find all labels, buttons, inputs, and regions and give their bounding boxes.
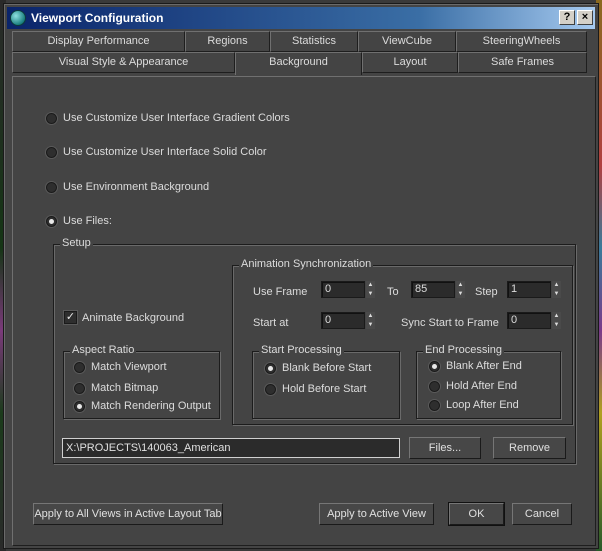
background-tab-panel: Use Customize User Interface Gradient Co… [12,76,596,546]
option-label: Loop After End [446,399,519,411]
spinner-down-icon[interactable]: ▼ [366,289,375,298]
option-label: Match Bitmap [91,382,159,394]
option-label: Use Environment Background [63,181,210,193]
step-label: Step [475,286,498,298]
checkbox-check-icon[interactable]: ✓ [64,311,77,324]
to-spinner[interactable]: 85 ▲ ▼ [411,281,465,298]
remove-button[interactable]: Remove [493,437,566,459]
option-solid-color[interactable]: Use Customize User Interface Solid Color [46,146,267,158]
cancel-button[interactable]: Cancel [512,503,572,525]
option-label: Hold Before Start [282,383,367,395]
tab-background[interactable]: Background [235,52,362,75]
spinner-up-icon[interactable]: ▲ [552,312,561,321]
option-label: Use Customize User Interface Gradient Co… [63,112,290,124]
option-blank-before-start[interactable]: Blank Before Start [265,362,371,374]
option-label: Blank Before Start [282,362,372,374]
option-environment-background[interactable]: Use Environment Background [46,181,209,193]
use-frame-input[interactable]: 0 [321,281,365,298]
option-match-viewport[interactable]: Match Viewport [74,361,167,373]
spinner-up-icon[interactable]: ▲ [366,312,375,321]
tab-row-top: Display Performance Regions Statistics V… [12,31,587,52]
tab-layout[interactable]: Layout [362,52,458,73]
radio-button[interactable] [46,215,57,227]
apply-active-view-button[interactable]: Apply to Active View [319,503,434,525]
radio-button[interactable] [265,362,276,374]
tab-regions[interactable]: Regions [185,31,270,52]
ok-button[interactable]: OK [448,502,505,526]
tab-viewcube[interactable]: ViewCube [358,31,456,52]
start-at-label: Start at [253,317,289,329]
start-at-spinner[interactable]: 0 ▲ ▼ [321,312,375,329]
spinner-down-icon[interactable]: ▼ [552,289,561,298]
start-processing-title: Start Processing [259,344,344,356]
tab-safe-frames[interactable]: Safe Frames [458,52,587,73]
animation-sync-title: Animation Synchronization [239,258,374,270]
step-input[interactable]: 1 [507,281,551,298]
option-use-files[interactable]: Use Files: [46,215,112,227]
spinner-up-icon[interactable]: ▲ [552,281,561,290]
use-frame-spinner[interactable]: 0 ▲ ▼ [321,281,375,298]
option-label: Blank After End [446,360,522,372]
aspect-ratio-title: Aspect Ratio [70,344,137,356]
option-match-rendering-output[interactable]: Match Rendering Output [74,400,211,412]
option-loop-after-end[interactable]: Loop After End [429,399,519,411]
radio-button[interactable] [46,146,57,158]
app-logo-icon [10,10,26,26]
option-label: Use Customize User Interface Solid Color [63,146,267,158]
radio-button[interactable] [74,382,85,394]
option-blank-after-end[interactable]: Blank After End [429,360,522,372]
start-processing-group: Start Processing Blank Before Start Hold… [252,344,400,419]
option-label: Match Rendering Output [91,400,211,412]
animate-background-checkbox[interactable]: ✓ Animate Background [64,311,184,324]
option-label: Hold After End [446,380,517,392]
tab-row-bottom: Visual Style & Appearance Background Lay… [12,52,587,75]
to-input[interactable]: 85 [411,281,455,298]
background-file-path-field[interactable]: X:\PROJECTS\140063_American [62,438,400,458]
apply-all-views-button[interactable]: Apply to All Views in Active Layout Tab [33,503,223,525]
sync-start-input[interactable]: 0 [507,312,551,329]
setup-group-title: Setup [60,237,93,249]
tab-statistics[interactable]: Statistics [270,31,358,52]
spinner-down-icon[interactable]: ▼ [552,320,561,329]
radio-button[interactable] [74,361,85,373]
spinner-up-icon[interactable]: ▲ [366,281,375,290]
option-hold-after-end[interactable]: Hold After End [429,380,517,392]
radio-button[interactable] [429,360,440,372]
window-title: Viewport Configuration [31,11,164,25]
aspect-ratio-group: Aspect Ratio Match Viewport Match Bitmap… [63,344,220,419]
setup-group: Setup ✓ Animate Background Aspect Ratio … [53,237,576,464]
option-gradient-colors[interactable]: Use Customize User Interface Gradient Co… [46,112,290,124]
to-label: To [387,286,399,298]
start-at-input[interactable]: 0 [321,312,365,329]
close-button[interactable]: × [577,10,593,25]
spinner-down-icon[interactable]: ▼ [366,320,375,329]
radio-button[interactable] [429,380,440,392]
spinner-up-icon[interactable]: ▲ [456,281,465,290]
spinner-down-icon[interactable]: ▼ [456,289,465,298]
end-processing-group: End Processing Blank After End Hold Afte… [416,344,561,419]
option-label: Match Viewport [91,361,167,373]
sync-start-label: Sync Start to Frame [401,317,499,329]
tab-display-performance[interactable]: Display Performance [12,31,185,52]
option-hold-before-start[interactable]: Hold Before Start [265,383,366,395]
help-button[interactable]: ? [559,10,575,25]
end-processing-title: End Processing [423,344,505,356]
radio-button[interactable] [46,112,57,124]
step-spinner[interactable]: 1 ▲ ▼ [507,281,561,298]
tab-visual-style-appearance[interactable]: Visual Style & Appearance [12,52,235,73]
radio-button[interactable] [265,383,276,395]
radio-button[interactable] [429,399,440,411]
sync-start-spinner[interactable]: 0 ▲ ▼ [507,312,561,329]
files-button[interactable]: Files... [409,437,481,459]
use-frame-label: Use Frame [253,286,308,298]
radio-button[interactable] [46,181,57,193]
option-match-bitmap[interactable]: Match Bitmap [74,382,158,394]
radio-button[interactable] [74,400,85,412]
animation-sync-group: Animation Synchronization Use Frame 0 ▲ ▼… [232,258,573,425]
animate-background-label: Animate Background [82,311,185,324]
option-label: Use Files: [63,215,112,227]
title-bar[interactable]: Viewport Configuration ? × [7,7,595,29]
viewport-configuration-dialog: Viewport Configuration ? × Display Perfo… [3,3,599,549]
tab-steeringwheels[interactable]: SteeringWheels [456,31,587,52]
